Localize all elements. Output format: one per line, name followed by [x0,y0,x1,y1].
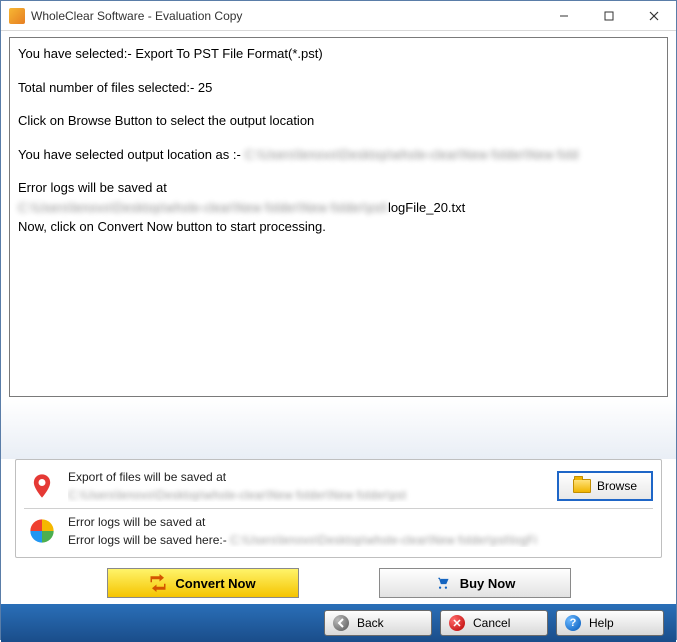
export-path: C:\Users\lenovo\Desktop\whole-clear\New … [68,488,406,502]
spacer-gradient [1,399,676,459]
log-line: You have selected output location as :- … [18,145,659,165]
app-window: WholeClear Software - Evaluation Copy Yo… [0,0,677,640]
help-icon: ? [565,615,581,631]
convert-label: Convert Now [175,576,255,591]
separator [24,508,653,509]
export-label: Export of files will be saved at [68,470,557,484]
log-line: Total number of files selected:- 25 [18,78,659,98]
minimize-icon [559,11,569,21]
cancel-icon: ✕ [449,615,465,631]
buy-label: Buy Now [460,576,516,591]
action-row: Convert Now Buy Now [1,568,676,598]
cancel-button[interactable]: ✕ Cancel [440,610,548,636]
error-row: Error logs will be saved at Error logs w… [24,511,653,551]
close-icon [649,11,659,21]
folder-icon [573,479,591,493]
export-text: Export of files will be saved at C:\User… [68,470,557,502]
window-title: WholeClear Software - Evaluation Copy [31,9,242,23]
log-line: You have selected:- Export To PST File F… [18,44,659,64]
log-panel: You have selected:- Export To PST File F… [9,37,668,397]
browse-button[interactable]: Browse [557,471,653,501]
convert-now-button[interactable]: Convert Now [107,568,299,598]
back-icon [333,615,349,631]
back-button[interactable]: Back [324,610,432,636]
log-line: Now, click on Convert Now button to star… [18,217,659,237]
pie-icon [28,517,56,545]
convert-icon [149,574,167,592]
bottom-bar: Back ✕ Cancel ? Help [1,604,676,642]
log-line: C:\Users\lenovo\Desktop\whole-clear\New … [18,198,659,218]
maximize-icon [604,11,614,21]
export-row: Export of files will be saved at C:\User… [24,466,653,506]
help-button[interactable]: ? Help [556,610,664,636]
location-pin-icon [28,472,56,500]
cancel-label: Cancel [473,616,510,630]
window-controls [541,1,676,30]
error-label: Error logs will be saved at [68,515,653,529]
log-line: Error logs will be saved at [18,178,659,198]
help-label: Help [589,616,614,630]
log-line: Click on Browse Button to select the out… [18,111,659,131]
cart-icon [434,576,452,590]
back-label: Back [357,616,384,630]
error-text: Error logs will be saved at Error logs w… [68,515,653,547]
close-button[interactable] [631,1,676,30]
browse-label: Browse [597,479,637,493]
output-panel: Export of files will be saved at C:\User… [15,459,662,558]
maximize-button[interactable] [586,1,631,30]
minimize-button[interactable] [541,1,586,30]
buy-now-button[interactable]: Buy Now [379,568,571,598]
titlebar: WholeClear Software - Evaluation Copy [1,1,676,31]
client-area: You have selected:- Export To PST File F… [1,31,676,642]
app-icon [9,8,25,24]
